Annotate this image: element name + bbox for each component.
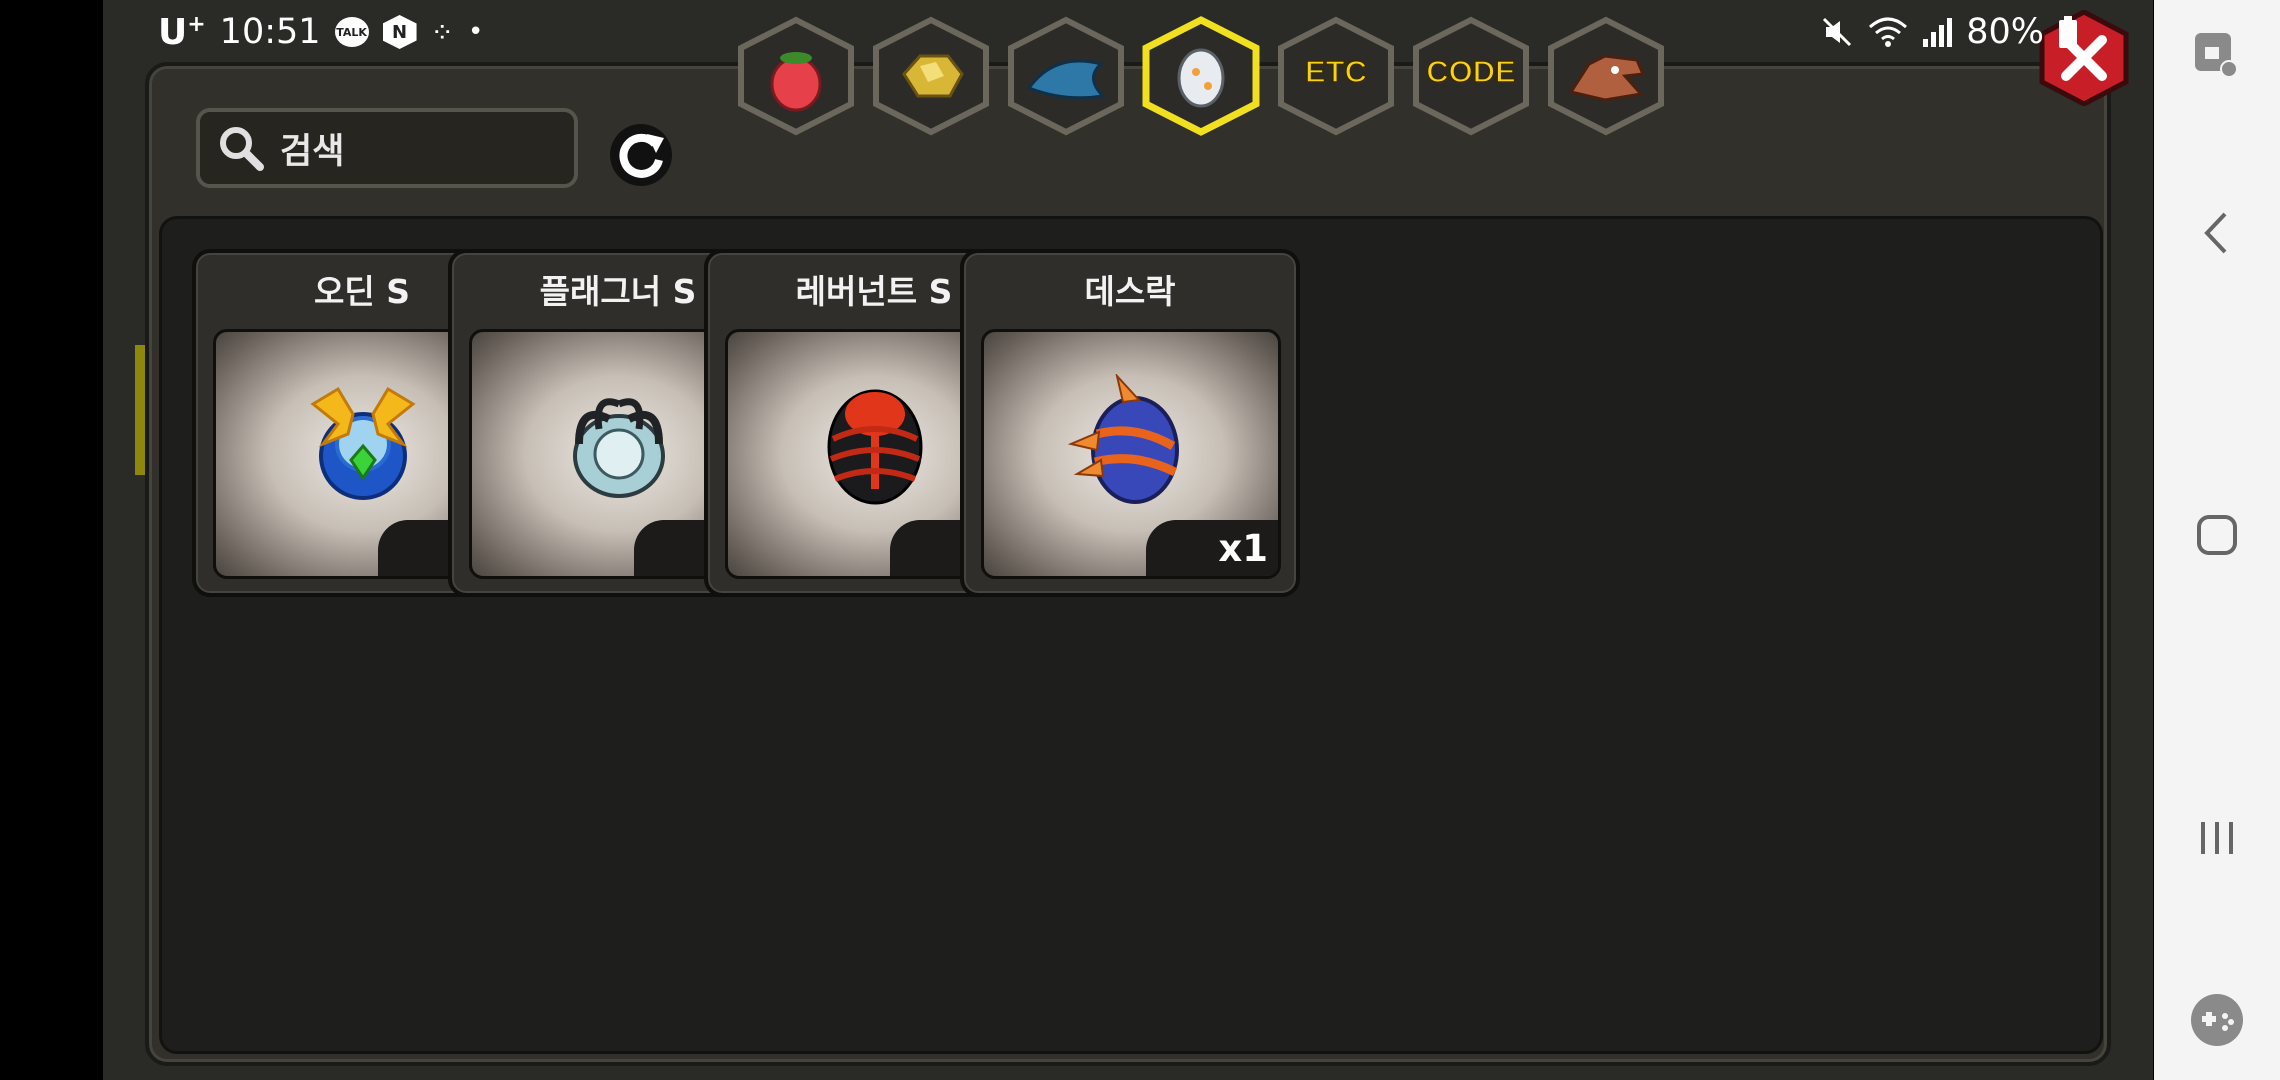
status-bar: U+ 10:51 TALK N ⁘ • 80% xyxy=(158,8,2078,56)
status-right: 80% xyxy=(1820,12,2078,52)
home-button[interactable] xyxy=(2182,500,2252,570)
status-left: U+ 10:51 TALK N ⁘ • xyxy=(158,12,483,53)
recents-button[interactable] xyxy=(2182,803,2252,873)
battery-icon xyxy=(2058,15,2078,49)
clock: 10:51 xyxy=(219,12,321,52)
deathrock-egg-icon xyxy=(1067,374,1179,505)
item-image: x1 xyxy=(981,329,1281,579)
home-icon xyxy=(2197,515,2237,555)
back-icon xyxy=(2204,212,2227,254)
revenant-egg-icon xyxy=(827,389,923,505)
recents-icon xyxy=(2201,822,2233,854)
notification-dot-icon: • xyxy=(468,17,484,47)
tab-etc-label: ETC xyxy=(1304,53,1368,90)
search-placeholder: 검색 xyxy=(280,131,345,172)
back-button[interactable] xyxy=(2182,198,2252,268)
touch-lock-icon xyxy=(2195,33,2238,78)
item-grid: 오딘 S x2 플래그너 S xyxy=(159,216,2103,1054)
refresh-button[interactable] xyxy=(606,120,676,190)
gamepad-icon xyxy=(2191,994,2243,1046)
mute-icon xyxy=(1820,15,1854,49)
search-icon xyxy=(218,125,264,171)
gold-nugget-icon xyxy=(902,54,964,98)
naver-icon: N xyxy=(382,15,417,49)
egg-icon xyxy=(1177,48,1225,108)
item-count-badge: x1 xyxy=(1146,520,1278,576)
game-tools-button[interactable] xyxy=(2182,985,2252,1055)
android-nav-bar xyxy=(2154,0,2280,1080)
kakaotalk-icon: TALK xyxy=(334,17,369,47)
screen-lock-button[interactable] xyxy=(2182,20,2252,90)
item-card[interactable]: 데스락 x1 xyxy=(960,249,1300,597)
carrier-label: U+ xyxy=(158,11,206,53)
tab-code-label: CODE xyxy=(1425,53,1516,90)
odin-emblem-icon xyxy=(310,387,416,501)
app-grid-icon: ⁘ xyxy=(430,15,455,49)
flagner-egg-icon xyxy=(573,398,665,499)
refresh-icon xyxy=(610,124,672,186)
inventory-panel: 검색 오딘 S x2 플래그너 S xyxy=(145,62,2111,1066)
wifi-icon xyxy=(1868,15,1908,49)
battery-percent: 80% xyxy=(1966,12,2044,52)
signal-icon xyxy=(1922,15,1953,49)
search-input[interactable]: 검색 xyxy=(196,108,578,188)
item-name: 데스락 xyxy=(1084,272,1176,311)
